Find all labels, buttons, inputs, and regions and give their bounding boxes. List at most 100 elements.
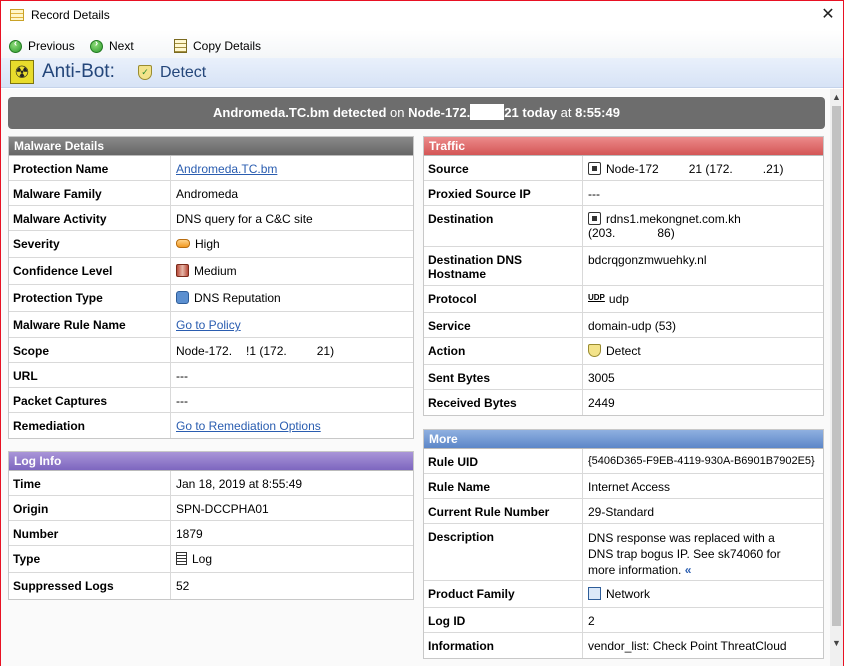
table-row: Received Bytes 2449 (424, 390, 823, 415)
scroll-down-icon[interactable]: ▼ (830, 635, 843, 651)
field-value: SPN-DCCPHA01 (176, 502, 269, 516)
field-label: Received Bytes (424, 390, 583, 415)
redaction-box (470, 104, 505, 120)
field-value: Node-172 (606, 162, 659, 176)
go-to-policy-link[interactable]: Go to Policy (176, 318, 241, 332)
field-label: Malware Activity (9, 206, 171, 230)
field-value: {5406D365-F9EB-4119-930A-B6901B7902E5} (588, 455, 815, 467)
table-row: Proxied Source IP --- (424, 181, 823, 206)
previous-label: Previous (28, 39, 75, 53)
field-label: Remediation (9, 413, 171, 438)
log-info-panel: Log Info Time Jan 18, 2019 at 8:55:49 Or… (8, 451, 414, 600)
field-value: 2449 (588, 396, 615, 410)
field-value: High (195, 237, 220, 251)
next-button[interactable]: › Next (90, 38, 134, 54)
table-row: Protection Type DNS Reputation (9, 285, 413, 312)
table-row: Log ID 2 (424, 608, 823, 633)
field-label: Origin (9, 496, 171, 520)
field-label: Action (424, 338, 583, 364)
host-icon (588, 162, 601, 175)
field-value: --- (176, 369, 188, 383)
dns-reputation-icon (176, 291, 189, 304)
detection-banner: Andromeda.TC.bm detected on Node-172. 21 … (8, 97, 825, 129)
table-row: Description DNS response was replaced wi… (424, 524, 823, 581)
udp-protocol-icon: UDP (588, 293, 605, 302)
table-row: Rule Name Internet Access (424, 474, 823, 499)
table-row: Severity High (9, 231, 413, 258)
field-value: DNS Reputation (194, 291, 281, 305)
field-label: Destination (424, 206, 583, 246)
field-label: Proxied Source IP (424, 181, 583, 205)
field-value: 52 (176, 579, 190, 593)
table-row: Packet Captures --- (9, 388, 413, 413)
scrollbar-thumb[interactable] (832, 106, 841, 626)
detect-shield-icon (588, 344, 601, 357)
table-row: Confidence Level Medium (9, 258, 413, 285)
previous-button[interactable]: ‹ Previous (9, 38, 75, 54)
protection-name-link[interactable]: Andromeda.TC.bm (176, 162, 277, 176)
more-title: More (424, 430, 823, 449)
field-value: 21 (172. (688, 162, 733, 176)
table-row: Product Family Network (424, 581, 823, 608)
table-row: Number 1879 (9, 521, 413, 546)
table-row: Sent Bytes 3005 (424, 365, 823, 390)
copy-details-label: Copy Details (193, 39, 262, 53)
table-row: Action Detect (424, 338, 823, 365)
severity-high-icon (176, 239, 190, 248)
malware-details-title: Malware Details (9, 137, 413, 156)
table-row: Origin SPN-DCCPHA01 (9, 496, 413, 521)
vertical-scrollbar[interactable]: ▲ ▼ (830, 89, 843, 666)
table-row: Rule UID {5406D365-F9EB-4119-930A-B6901B… (424, 449, 823, 474)
window-title: Record Details (31, 8, 110, 22)
field-value: Log (192, 552, 213, 566)
field-label: Protection Name (9, 156, 171, 180)
field-label: URL (9, 363, 171, 387)
field-label: Malware Rule Name (9, 312, 171, 337)
table-row: Protection Name Andromeda.TC.bm (9, 156, 413, 181)
table-row: Service domain-udp (53) (424, 313, 823, 338)
copy-details-button[interactable]: Copy Details (174, 38, 261, 54)
banner-time: 8:55:49 (575, 105, 620, 120)
field-value: Detect (606, 344, 641, 358)
details-content: Andromeda.TC.bm detected on Node-172. 21 … (1, 89, 830, 666)
field-label: Protocol (424, 286, 583, 312)
next-label: Next (109, 39, 134, 53)
collapse-icon[interactable]: « (685, 563, 692, 577)
field-value: rdns1.mekongnet.com.kh (606, 212, 741, 226)
log-info-title: Log Info (9, 452, 413, 471)
field-label: Rule Name (424, 474, 583, 498)
host-icon (588, 212, 601, 225)
field-label: Sent Bytes (424, 365, 583, 389)
record-header: ☢ Anti-Bot: ✓ Detect (1, 58, 843, 88)
table-row: Destination rdns1.mekongnet.com.kh (203. 8… (424, 206, 823, 247)
field-value: bdcrqgonzmwuehky.nl (588, 253, 707, 267)
field-value: Jan 18, 2019 at 8:55:49 (176, 477, 303, 491)
field-label: Product Family (424, 581, 583, 607)
table-icon (10, 9, 24, 21)
close-icon[interactable]: ✕ (817, 5, 839, 25)
field-value: --- (176, 394, 188, 408)
field-value: Node-172. (176, 344, 233, 358)
arrow-right-icon: › (90, 38, 103, 53)
copy-icon (174, 39, 187, 53)
title-bar: Record Details ✕ (1, 1, 843, 30)
field-label: Malware Family (9, 181, 171, 205)
field-label: Information (424, 633, 583, 658)
field-value: .21) (762, 162, 784, 176)
table-row: Source Node-172 21 (172. .21) (424, 156, 823, 181)
anti-bot-icon: ☢ (10, 60, 34, 84)
field-value: 2 (588, 614, 595, 628)
action-label: Detect (160, 64, 207, 81)
table-row: Scope Node-172. !1 (172. 21) (9, 338, 413, 363)
remediation-link[interactable]: Go to Remediation Options (176, 419, 321, 433)
field-value: 21) (316, 344, 335, 358)
field-value: !1 (172. (246, 344, 287, 358)
field-value: Internet Access (588, 480, 671, 494)
scroll-up-icon[interactable]: ▲ (830, 89, 843, 105)
field-value: Andromeda (176, 187, 239, 201)
table-row: Malware Family Andromeda (9, 181, 413, 206)
field-label: Log ID (424, 608, 583, 632)
table-row: Information vendor_list: Check Point Thr… (424, 633, 823, 658)
banner-node-start: Node-172. (408, 105, 471, 120)
field-value: (203. (588, 226, 616, 240)
